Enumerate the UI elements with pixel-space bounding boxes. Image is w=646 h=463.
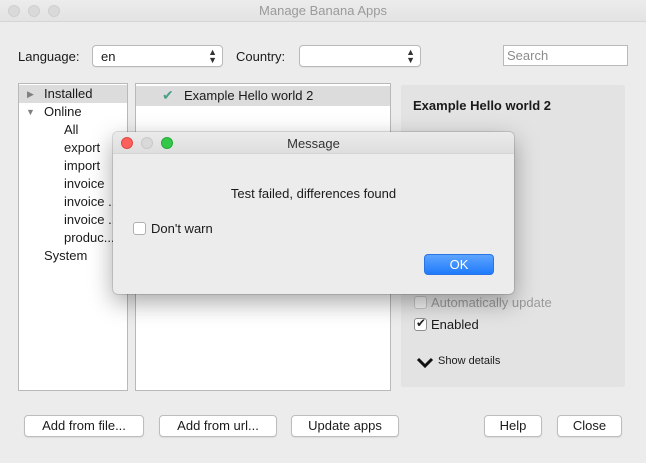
tree-item-label: System [44,248,88,263]
enabled-checkbox[interactable]: ✔ [414,316,427,331]
country-select[interactable]: ▲ ▼ [299,45,421,67]
dont-warn-checkbox[interactable] [133,222,146,235]
enabled-label: Enabled [431,317,479,332]
tree-item-label: Installed [44,86,93,101]
tree-item-import[interactable]: import [19,157,127,175]
search-input[interactable] [504,46,627,65]
dont-warn-label: Don't warn [151,221,213,236]
disclosure-right-icon[interactable]: ▶ [27,85,34,103]
auto-update-label: Automatically update [431,295,552,310]
checkmark-icon: ✔ [416,316,427,330]
tree-item-label: All [64,122,79,137]
close-button[interactable]: Close [557,415,622,437]
update-apps-button[interactable]: Update apps [291,415,399,437]
country-label: Country: [236,49,286,64]
tree-item-all[interactable]: All [19,121,127,139]
tree-item-label: invoice ... [64,194,119,209]
tree-item-products[interactable]: produc... [19,229,127,247]
language-label: Language: [18,49,80,64]
language-select[interactable]: en ▲ ▼ [92,45,223,67]
tree-item-installed[interactable]: ▶ Installed [19,85,127,103]
ok-button[interactable]: OK [424,254,494,275]
window-title: Manage Banana Apps [259,3,387,18]
select-arrows-icon: ▲ ▼ [208,47,217,65]
add-from-file-button[interactable]: Add from file... [24,415,144,437]
tree-item-export[interactable]: export [19,139,127,157]
tree-item-label: export [64,140,101,155]
show-details-link[interactable]: Show details [438,355,500,367]
help-button[interactable]: Help [484,415,542,437]
manage-apps-window: Manage Banana Apps Language: en ▲ ▼ Count… [0,0,646,463]
auto-update-checkbox[interactable] [414,296,427,309]
tree-item-invoice-2[interactable]: invoice ... [19,193,127,211]
chevron-down-icon[interactable] [415,355,435,369]
window-titlebar: Manage Banana Apps [0,0,646,22]
search-field[interactable] [503,45,628,66]
tree-item-label: invoice ... [64,212,119,227]
tree-item-label: Online [44,104,82,119]
installed-check-icon: ✔ [162,87,174,103]
tree-item-invoice[interactable]: invoice [19,175,127,193]
dialog-titlebar: Message [113,132,514,154]
tree-item-online[interactable]: ▼ Online [19,103,127,121]
category-tree[interactable]: ▶ Installed ▼ Online All export import i… [18,83,128,391]
app-details-title: Example Hello world 2 [413,98,551,113]
language-value: en [101,49,116,64]
tree-item-label: import [64,158,101,173]
tree-item-system[interactable]: System [19,247,127,265]
disclosure-down-icon[interactable]: ▼ [26,103,35,121]
select-arrows-icon: ▲ ▼ [406,47,415,65]
tree-item-label: invoice [64,176,105,191]
app-name: Example Hello world 2 [184,88,314,103]
dialog-title: Message [287,136,340,151]
tree-item-label: produc... [64,230,115,245]
add-from-url-button[interactable]: Add from url... [159,415,277,437]
tree-item-invoice-3[interactable]: invoice ... [19,211,127,229]
dialog-message: Test failed, differences found [230,186,397,201]
app-list-item[interactable]: ✔ Example Hello world 2 [136,86,390,106]
message-dialog: Message Test failed, differences found D… [113,132,514,294]
